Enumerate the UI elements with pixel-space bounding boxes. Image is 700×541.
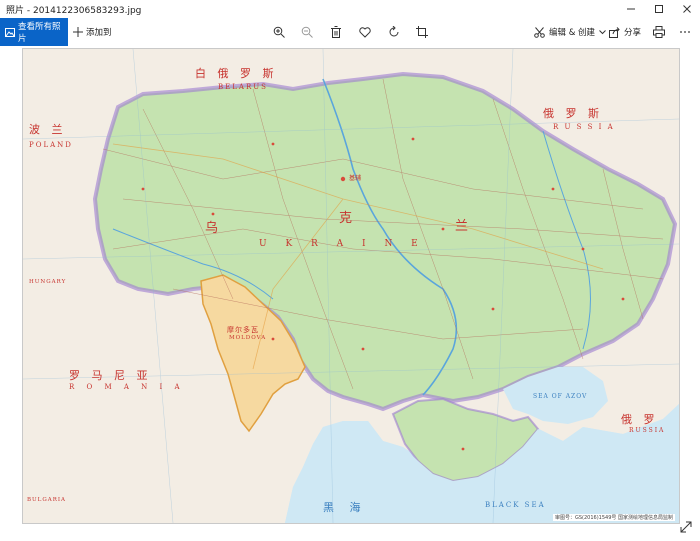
label-ukraine-cn-3: 兰 bbox=[455, 219, 473, 234]
share-label: 分享 bbox=[624, 28, 642, 38]
more-icon[interactable] bbox=[676, 23, 694, 41]
label-moldova-en: MOLDOVA bbox=[229, 335, 267, 341]
title-bar: 照片 - 2014122306583293.jpg bbox=[0, 0, 700, 18]
label-belarus-cn: 白 俄 罗 斯 bbox=[195, 67, 278, 80]
view-all-photos-label: 查看所有照片 bbox=[18, 22, 61, 44]
close-icon bbox=[683, 5, 691, 13]
label-ukraine-cn-1: 乌 bbox=[205, 221, 223, 236]
label-russia-en: R U S S I A bbox=[553, 123, 615, 131]
label-black-sea-cn: 黑 海 bbox=[323, 501, 367, 514]
zoom-out-icon[interactable] bbox=[298, 23, 316, 41]
label-poland-cn: 波 兰 bbox=[29, 123, 67, 136]
label-bulgaria-en: BULGARIA bbox=[27, 497, 66, 503]
label-ukraine-en: U K R A I N E bbox=[259, 239, 426, 249]
label-ukraine-cn-2: 克 bbox=[339, 211, 357, 226]
maximize-icon bbox=[655, 5, 663, 13]
close-button[interactable] bbox=[672, 0, 700, 18]
photos-icon bbox=[5, 27, 15, 37]
scissors-icon bbox=[534, 26, 545, 38]
share-button[interactable]: 分享 bbox=[609, 18, 641, 46]
label-hungary-en: HUNGARY bbox=[29, 279, 67, 285]
label-moldova-cn: 摩尔多瓦 bbox=[227, 326, 259, 334]
label-russia-sw-en: RUSSIA bbox=[629, 427, 666, 434]
heart-icon[interactable] bbox=[356, 23, 374, 41]
label-belarus-en: BELARUS bbox=[218, 83, 268, 91]
crop-icon[interactable] bbox=[413, 23, 431, 41]
add-to-label: 添加到 bbox=[86, 28, 112, 38]
edit-create-label: 编辑 & 创建 bbox=[549, 28, 596, 38]
expand-icon bbox=[680, 521, 692, 533]
label-black-sea-en: BLACK SEA bbox=[485, 501, 546, 509]
view-all-photos-button[interactable]: 查看所有照片 bbox=[0, 18, 68, 46]
toolbar: 查看所有照片 添加到 编辑 & 创建 分享 bbox=[0, 18, 700, 46]
add-to-button[interactable]: 添加到 bbox=[73, 18, 112, 46]
map-copyright: 审图号：GS(2016)1549号 国家测绘地理信息局监制 bbox=[553, 514, 675, 521]
label-romania-en: R O M A N I A bbox=[69, 383, 185, 391]
label-romania-cn: 罗 马 尼 亚 bbox=[69, 369, 152, 382]
fullscreen-button[interactable] bbox=[678, 519, 694, 535]
zoom-in-icon[interactable] bbox=[270, 23, 288, 41]
trash-icon[interactable] bbox=[327, 23, 345, 41]
printer-icon[interactable] bbox=[650, 23, 668, 41]
label-russia-sw-cn: 俄 罗 bbox=[621, 413, 659, 426]
label-poland-en: POLAND bbox=[29, 141, 73, 149]
rotate-icon[interactable] bbox=[385, 23, 403, 41]
minimize-icon bbox=[627, 8, 635, 10]
maximize-button[interactable] bbox=[644, 0, 674, 18]
edit-create-button[interactable]: 编辑 & 创建 bbox=[534, 18, 606, 46]
window-title: 照片 - 2014122306583293.jpg bbox=[6, 6, 142, 16]
chevron-down-icon bbox=[599, 29, 606, 35]
share-icon bbox=[609, 26, 620, 38]
label-russia-cn: 俄 罗 斯 bbox=[543, 107, 603, 120]
minimize-button[interactable] bbox=[616, 0, 646, 18]
plus-icon bbox=[73, 27, 83, 37]
label-sea-of-azov: SEA OF AZOV bbox=[533, 393, 588, 400]
label-kyiv: 基辅 bbox=[349, 175, 362, 182]
map-image[interactable]: 白 俄 罗 斯 BELARUS 波 兰 POLAND 俄 罗 斯 R U S S… bbox=[22, 48, 680, 524]
